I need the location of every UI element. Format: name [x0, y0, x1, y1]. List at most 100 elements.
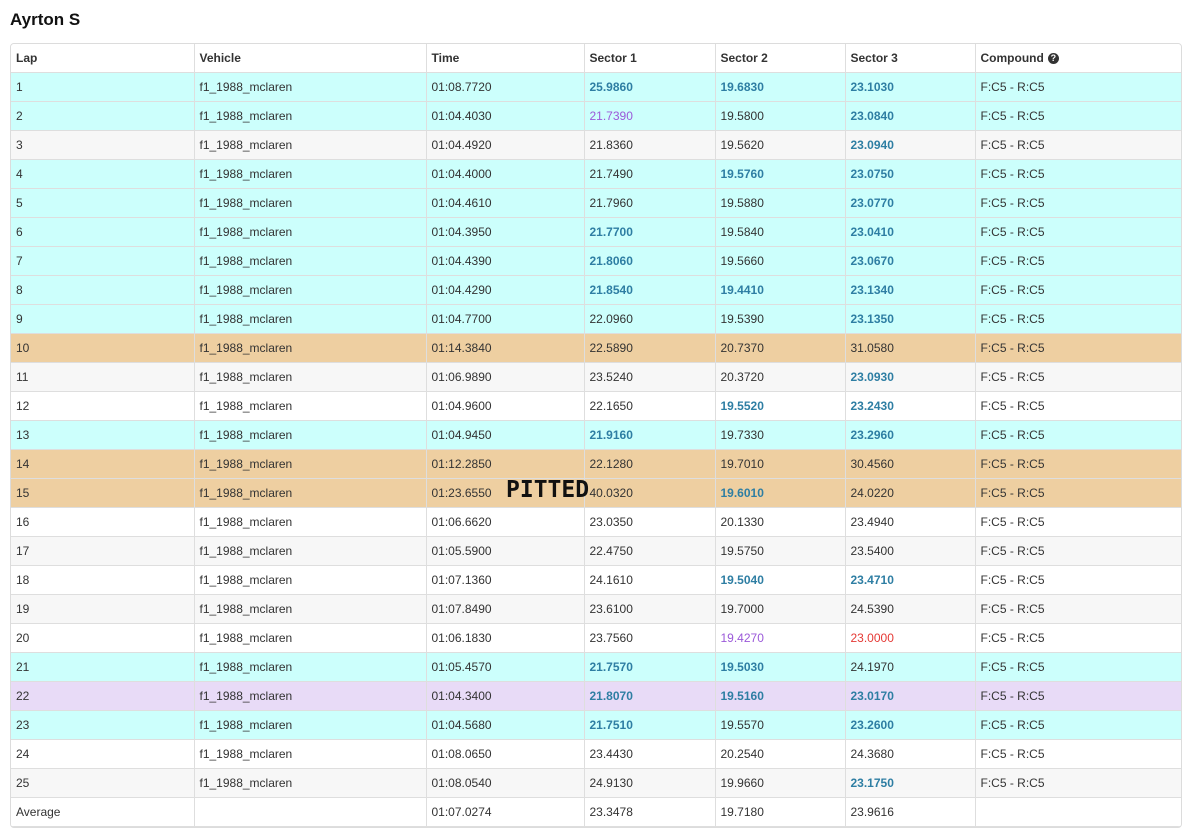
table-row[interactable]: 23 f1_1988_mclaren 01:04.5680 21.7510 19.557…	[11, 710, 1181, 740]
sector-1-cell: 25.9860	[584, 72, 716, 102]
time-cell: 01:05.4570	[426, 652, 585, 682]
table-row[interactable]: 19 f1_1988_mclaren 01:07.8490 23.6100 19.700…	[11, 594, 1181, 624]
table-row[interactable]: 15 f1_1988_mclaren 01:23.6550 40.0320 19.601…	[11, 478, 1181, 508]
time-cell: 01:06.1830	[426, 623, 585, 653]
question-circle-icon[interactable]: ?	[1047, 53, 1059, 65]
vehicle-cell: f1_1988_mclaren	[194, 101, 427, 131]
compound-cell: F:C5 - R:C5	[975, 739, 1181, 769]
sector-1-cell: 23.6100	[584, 594, 716, 624]
vehicle-cell: f1_1988_mclaren	[194, 275, 427, 305]
sector-2-cell: 19.5520	[715, 391, 846, 421]
table-row[interactable]: 17 f1_1988_mclaren 01:05.5900 22.4750 19.575…	[11, 536, 1181, 566]
compound-cell: F:C5 - R:C5	[975, 565, 1181, 595]
time-cell: 01:04.3400	[426, 681, 585, 711]
sector-1-cell: 21.8540	[584, 275, 716, 305]
sector-3-cell: 23.2430	[845, 391, 976, 421]
sector-1-cell: 23.5240	[584, 362, 716, 392]
table-row[interactable]: 8 f1_1988_mclaren 01:04.4290 21.8540 19.4410…	[11, 275, 1181, 305]
vehicle-cell: f1_1988_mclaren	[194, 420, 427, 450]
table-row[interactable]: 11 f1_1988_mclaren 01:06.9890 23.5240 20.372…	[11, 362, 1181, 392]
sector-1-cell: 23.0350	[584, 507, 716, 537]
table-row[interactable]: 6 f1_1988_mclaren 01:04.3950 21.7700 19.5840…	[11, 217, 1181, 247]
vehicle-cell: f1_1988_mclaren	[194, 739, 427, 769]
time-cell: 01:04.4390	[426, 246, 585, 276]
sector-1-cell: 24.9130	[584, 768, 716, 798]
table-row[interactable]: 3 f1_1988_mclaren 01:04.4920 21.8360 19.5620…	[11, 130, 1181, 160]
column-header-lap[interactable]: Lap	[11, 44, 195, 73]
time-cell: 01:06.6620	[426, 507, 585, 537]
time-cell: 01:04.4030	[426, 101, 585, 131]
time-cell: 01:08.0650	[426, 739, 585, 769]
time-cell: 01:04.4000	[426, 159, 585, 189]
column-header-compound[interactable]: Compound?	[975, 44, 1181, 73]
table-row[interactable]: 7 f1_1988_mclaren 01:04.4390 21.8060 19.5660…	[11, 246, 1181, 276]
column-header-sector-3[interactable]: Sector 3	[845, 44, 976, 73]
table-row[interactable]: 22 f1_1988_mclaren 01:04.3400 21.8070 19.516…	[11, 681, 1181, 711]
compound-cell: F:C5 - R:C5	[975, 130, 1181, 160]
compound-cell: F:C5 - R:C5	[975, 72, 1181, 102]
table-row[interactable]: 2 f1_1988_mclaren 01:04.4030 21.7390 19.5800…	[11, 101, 1181, 131]
table-row[interactable]: 4 f1_1988_mclaren 01:04.4000 21.7490 19.5760…	[11, 159, 1181, 189]
vehicle-cell: f1_1988_mclaren	[194, 391, 427, 421]
sector-2-cell: 19.5030	[715, 652, 846, 682]
sector-1-cell: 23.4430	[584, 739, 716, 769]
time-cell: 01:08.0540	[426, 768, 585, 798]
sector-1-cell: 21.8060	[584, 246, 716, 276]
vehicle-cell: f1_1988_mclaren	[194, 362, 427, 392]
table-row[interactable]: 18 f1_1988_mclaren 01:07.1360 24.1610 19.504…	[11, 565, 1181, 595]
compound-cell: F:C5 - R:C5	[975, 391, 1181, 421]
vehicle-cell: f1_1988_mclaren	[194, 188, 427, 218]
sector-2-cell: 19.9660	[715, 768, 846, 798]
table-row[interactable]: 25 f1_1988_mclaren 01:08.0540 24.9130 19.966…	[11, 768, 1181, 798]
vehicle-cell: f1_1988_mclaren	[194, 159, 427, 189]
lap-cell: 24	[11, 739, 195, 769]
table-row[interactable]: 5 f1_1988_mclaren 01:04.4610 21.7960 19.5880…	[11, 188, 1181, 218]
lap-times-table: Lap Vehicle Time Sector 1 Sector 2 Secto…	[11, 44, 1181, 827]
average-vehicle-cell	[194, 797, 427, 827]
lap-cell: 7	[11, 246, 195, 276]
sector-2-cell: 20.7370	[715, 333, 846, 363]
table-row[interactable]: 21 f1_1988_mclaren 01:05.4570 21.7570 19.503…	[11, 652, 1181, 682]
table-row[interactable]: 14 f1_1988_mclaren 01:12.2850 22.1280 19.701…	[11, 449, 1181, 479]
sector-3-cell: 23.1350	[845, 304, 976, 334]
compound-cell: F:C5 - R:C5	[975, 159, 1181, 189]
table-row[interactable]: 9 f1_1988_mclaren 01:04.7700 22.0960 19.5390…	[11, 304, 1181, 334]
table-row[interactable]: 12 f1_1988_mclaren 01:04.9600 22.1650 19.552…	[11, 391, 1181, 421]
sector-2-cell: 19.5660	[715, 246, 846, 276]
sector-2-cell: 20.1330	[715, 507, 846, 537]
table-row[interactable]: 10 f1_1988_mclaren 01:14.3840 22.5890 20.737…	[11, 333, 1181, 363]
table-row[interactable]: 13 f1_1988_mclaren 01:04.9450 21.9160 19.733…	[11, 420, 1181, 450]
compound-cell: F:C5 - R:C5	[975, 536, 1181, 566]
sector-2-cell: 19.7010	[715, 449, 846, 479]
column-header-sector-1[interactable]: Sector 1	[584, 44, 716, 73]
sector-3-cell: 23.0770	[845, 188, 976, 218]
time-cell: 01:04.9450	[426, 420, 585, 450]
sector-1-cell: 21.7570	[584, 652, 716, 682]
vehicle-cell: f1_1988_mclaren	[194, 594, 427, 624]
sector-2-cell: 19.5840	[715, 217, 846, 247]
compound-cell: F:C5 - R:C5	[975, 681, 1181, 711]
table-row[interactable]: 16 f1_1988_mclaren 01:06.6620 23.0350 20.133…	[11, 507, 1181, 537]
sector-3-cell: 23.1030	[845, 72, 976, 102]
compound-cell: F:C5 - R:C5	[975, 362, 1181, 392]
column-header-sector-2[interactable]: Sector 2	[715, 44, 846, 73]
sector-1-cell: 23.7560	[584, 623, 716, 653]
table-row[interactable]: 24 f1_1988_mclaren 01:08.0650 23.4430 20.254…	[11, 739, 1181, 769]
average-sector-3-cell: 23.9616	[845, 797, 976, 827]
compound-cell: F:C5 - R:C5	[975, 333, 1181, 363]
compound-cell: F:C5 - R:C5	[975, 623, 1181, 653]
sector-3-cell: 23.5400	[845, 536, 976, 566]
time-cell: 01:04.4920	[426, 130, 585, 160]
column-header-time[interactable]: Time	[426, 44, 585, 73]
table-row[interactable]: 20 f1_1988_mclaren 01:06.1830 23.7560 19.427…	[11, 623, 1181, 653]
sector-3-cell: 24.3680	[845, 739, 976, 769]
sector-2-cell: 19.5040	[715, 565, 846, 595]
column-header-compound-label: Compound	[980, 51, 1044, 65]
time-cell: 01:08.7720	[426, 72, 585, 102]
sector-2-cell: 19.5620	[715, 130, 846, 160]
lap-cell: 15	[11, 478, 195, 508]
table-row[interactable]: 1 f1_1988_mclaren 01:08.7720 25.9860 19.6830…	[11, 72, 1181, 102]
compound-cell: F:C5 - R:C5	[975, 275, 1181, 305]
column-header-vehicle[interactable]: Vehicle	[194, 44, 427, 73]
time-cell: 01:04.7700	[426, 304, 585, 334]
